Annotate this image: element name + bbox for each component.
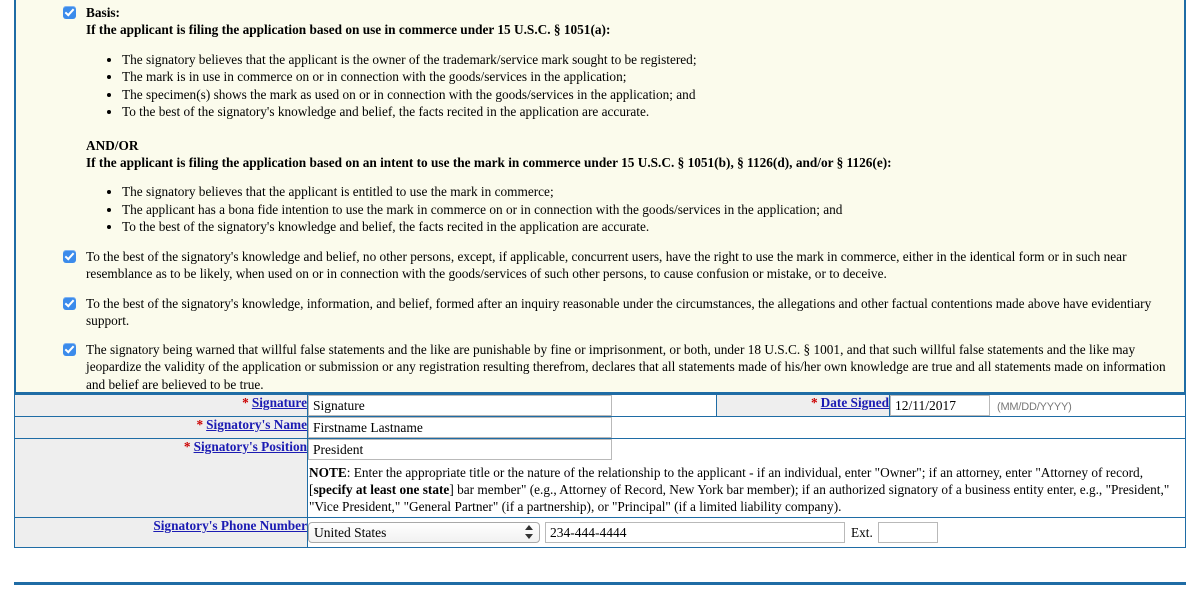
date-signed-label-cell: * Date Signed [716,392,890,417]
basis-use-heading: If the applicant is filing the applicati… [86,22,611,38]
cut-off-text-below [18,592,1178,602]
declaration-panel: Basis: If the applicant is filing the ap… [14,0,1186,392]
statement-2-text: To the best of the signatory's knowledge… [86,295,1152,328]
basis-checkbox[interactable] [63,6,76,19]
note-text-bold: specify at least one state [313,482,450,498]
statement-1-checkbox[interactable] [63,249,76,263]
phone-country-select-wrap: United States [308,522,540,544]
statement-2-checkbox[interactable] [63,296,76,310]
signatory-name-label-link[interactable]: Signatory's Name [206,417,307,432]
required-asterisk: * [196,417,204,432]
signatory-position-input[interactable] [308,439,612,460]
required-asterisk: * [242,395,249,410]
signatory-position-label-link[interactable]: Signatory's Position [194,439,307,454]
basis-content: Basis: If the applicant is filing the ap… [86,4,1176,236]
required-asterisk: * [811,395,818,410]
declaration-statement-row-2: To the best of the signatory's knowledge… [26,295,1176,330]
basis-label: Basis: [86,5,120,20]
signature-label-cell: * Signature [14,392,308,417]
trademark-declaration-page: Basis: If the applicant is filing the ap… [0,0,1200,602]
statement-3-text: The signatory being warned that willful … [86,342,1166,392]
signatory-phone-label-link[interactable]: Signatory's Phone Number [153,518,307,533]
declaration-statement-row-3: The signatory being warned that willful … [26,341,1176,393]
list-item: The mark is in use in commerce on or in … [122,68,1176,86]
list-item: The signatory believes that the applican… [122,183,1176,201]
list-item: The signatory believes that the applican… [122,51,1176,69]
statement-1-text: To the best of the signatory's knowledge… [86,248,1127,282]
table-row-signatory-phone: Signatory's Phone Number United States E… [14,517,1186,549]
declaration-statement-row-1: To the best of the signatory's knowledge… [26,248,1176,283]
table-row-signature: *Signature *Date Signed (MM/DD/YYYY) [14,392,1186,417]
signatory-phone-input[interactable] [545,522,845,544]
date-format-hint: (MM/DD/YYYY) [997,400,1072,413]
basis-itu-list: The signatory believes that the applican… [86,183,1176,236]
statement-1-content: To the best of the signatory's knowledge… [86,248,1176,283]
signatory-position-input-cell: NOTE: Enter the appropriate title or the… [307,437,1186,519]
signature-input-cell [307,392,717,417]
required-asterisk: * [183,439,191,454]
list-item: To the best of the signatory's knowledge… [122,218,1176,236]
signatory-name-input[interactable] [308,417,612,438]
signatory-name-input-cell [307,416,1186,439]
phone-ext-input[interactable] [877,522,938,544]
date-signed-label-link[interactable]: Date Signed [821,395,889,410]
basis-itu-heading: If the applicant is filing the applicati… [86,155,892,171]
statement-2-content: To the best of the signatory's knowledge… [86,295,1176,330]
basis-use-list: The signatory believes that the applican… [86,51,1176,121]
date-signed-input[interactable] [890,395,990,416]
declaration-basis-row: Basis: If the applicant is filing the ap… [26,4,1176,236]
signatory-position-note: NOTE: Enter the appropriate title or the… [309,464,1185,515]
signatory-name-label-cell: * Signatory's Name [14,416,308,439]
statement-3-checkbox[interactable] [63,343,76,357]
phone-country-select[interactable]: United States [308,522,540,544]
signature-label-link[interactable]: Signature [252,395,307,410]
table-row-signatory-position: *Signatory's Position NOTE: Enter the ap… [14,437,1186,519]
signatory-position-label-cell: * Signatory's Position [14,437,308,519]
signatory-phone-label-cell: Signatory's Phone Number [14,517,308,549]
table-row-signatory-name: * Signatory's Name [14,416,1186,439]
statement-3-content: The signatory being warned that willful … [86,341,1176,393]
ext-label: Ext. [851,524,873,540]
signature-input[interactable] [308,395,612,416]
list-item: To the best of the signatory's knowledge… [122,103,1176,121]
signatory-phone-input-cell: United States Ext. [307,517,1186,549]
bottom-divider [14,582,1186,585]
list-item: The specimen(s) shows the mark as used o… [122,86,1176,104]
list-item: The applicant has a bona fide intention … [122,201,1176,219]
basis-andor-label: AND/OR [86,137,139,153]
note-label: NOTE [309,465,347,480]
date-signed-input-cell: (MM/DD/YYYY) [889,392,1186,417]
signatory-form-table: *Signature *Date Signed (MM/DD/YYYY) *Si… [14,392,1186,549]
phone-row: United States Ext. [308,518,1185,547]
